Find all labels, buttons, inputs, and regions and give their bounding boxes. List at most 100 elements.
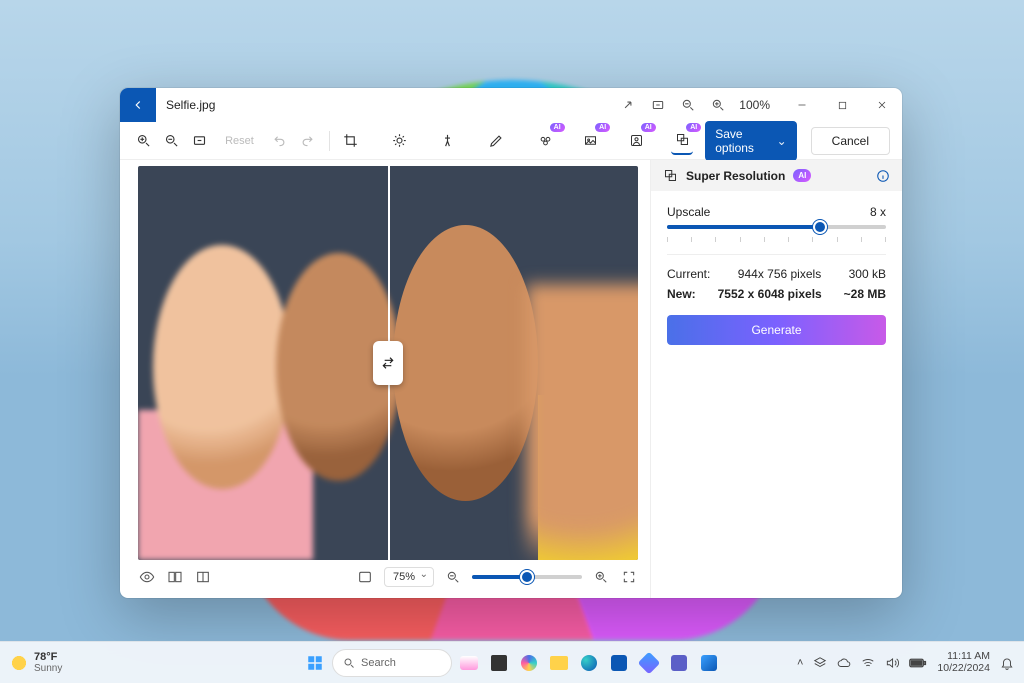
zoom-in-icon[interactable] [709, 96, 727, 114]
ai-badge: AI [686, 123, 701, 132]
compare-handle[interactable] [373, 341, 403, 385]
panel-icon [663, 168, 678, 183]
ai-badge: AI [595, 123, 610, 132]
zoom-slider[interactable] [472, 575, 582, 579]
tray-cloud-icon[interactable] [837, 656, 851, 670]
main-area: 75% Super Resolution AI [120, 160, 902, 598]
compare-icon[interactable] [166, 568, 184, 586]
background-tool-icon[interactable]: AI [580, 127, 602, 155]
current-label: Current: [667, 267, 710, 281]
taskbar-app-2[interactable] [486, 650, 512, 676]
tray-onedrive-icon[interactable] [813, 656, 827, 670]
tray-volume-icon[interactable] [885, 656, 899, 670]
weather-temp: 78°F [34, 651, 62, 663]
start-button[interactable] [302, 650, 328, 676]
copilot-icon[interactable] [516, 650, 542, 676]
chevron-down-icon: ⌄ [777, 134, 787, 148]
edit-toolbar: Reset AI AI AI AI Save options ⌄ C [120, 122, 902, 160]
split-icon[interactable] [194, 568, 212, 586]
compare-after [388, 166, 638, 560]
taskbar-app-1[interactable] [456, 650, 482, 676]
new-label: New: [667, 287, 696, 301]
zoom-out-icon[interactable] [679, 96, 697, 114]
panel-header: Super Resolution AI [651, 160, 902, 191]
canvas-wrap: 75% [120, 160, 650, 598]
cancel-button[interactable]: Cancel [811, 127, 890, 155]
taskbar: 78°F Sunny Search ˄ [0, 641, 1024, 683]
compare-before [138, 166, 388, 560]
restyle-tool-icon[interactable]: AI [625, 127, 647, 155]
store-icon[interactable] [606, 650, 632, 676]
new-dims: 7552 x 6048 pixels [718, 287, 822, 301]
tray-wifi-icon[interactable] [861, 656, 875, 670]
crop-tool-icon[interactable] [339, 127, 361, 155]
maximize-button[interactable] [822, 88, 862, 122]
zoom-in-tool-icon[interactable] [132, 127, 154, 155]
tray-chevron-icon[interactable]: ˄ [797, 657, 803, 669]
save-options-label: Save options [715, 127, 766, 155]
filename-label: Selfie.jpg [166, 98, 215, 112]
zoom-out-footer-icon[interactable] [444, 568, 462, 586]
super-resolution-tool-icon[interactable]: AI [671, 127, 693, 155]
panel-title: Super Resolution [686, 169, 785, 183]
zoom-in-footer-icon[interactable] [592, 568, 610, 586]
tray-date: 10/22/2024 [937, 663, 990, 675]
photos-app-window: Selfie.jpg 100% [120, 88, 902, 598]
panel-body: Upscale 8 x Current: 944x 756 pixels [651, 191, 902, 359]
ai-badge: AI [641, 123, 656, 132]
slider-ticks [667, 237, 886, 242]
minimize-button[interactable] [782, 88, 822, 122]
taskbar-search[interactable]: Search [332, 649, 452, 677]
filter-tool-icon[interactable] [437, 127, 459, 155]
search-placeholder: Search [361, 657, 396, 669]
current-dims: 944x 756 pixels [738, 267, 821, 281]
weather-cond: Sunny [34, 663, 62, 674]
desktop: Selfie.jpg 100% [0, 0, 1024, 683]
adjust-tool-icon[interactable] [388, 127, 410, 155]
fit-bounds-icon[interactable] [356, 568, 374, 586]
undo-icon[interactable] [268, 127, 290, 155]
upscale-slider[interactable] [667, 225, 886, 229]
canvas-footer: 75% [138, 560, 638, 594]
current-size: 300 kB [849, 267, 886, 281]
app-icon-1[interactable] [636, 650, 662, 676]
photos-icon[interactable] [696, 650, 722, 676]
tray-battery-icon[interactable] [909, 657, 927, 669]
tray-clock[interactable]: 11:11 AM 10/22/2024 [937, 651, 990, 674]
titlebar-tools: 100% [619, 96, 776, 114]
generate-button[interactable]: Generate [667, 315, 886, 345]
save-options-button[interactable]: Save options ⌄ [705, 121, 796, 161]
super-resolution-panel: Super Resolution AI Upscale 8 x [650, 160, 902, 598]
fit-screen-icon[interactable] [649, 96, 667, 114]
window-controls [782, 88, 902, 122]
upscale-value: 8 x [870, 205, 886, 219]
eye-icon[interactable] [138, 568, 156, 586]
markup-tool-icon[interactable] [486, 127, 508, 155]
close-button[interactable] [862, 88, 902, 122]
upscale-label: Upscale [667, 205, 710, 219]
weather-widget[interactable]: 78°F Sunny [10, 651, 62, 674]
tray-notifications-icon[interactable] [1000, 656, 1014, 670]
search-icon [343, 657, 355, 669]
info-icon[interactable] [876, 169, 890, 183]
taskbar-center: Search [302, 649, 722, 677]
teams-icon[interactable] [666, 650, 692, 676]
edge-icon[interactable] [576, 650, 602, 676]
titlebar: Selfie.jpg 100% [120, 88, 902, 122]
erase-tool-icon[interactable]: AI [534, 127, 556, 155]
zoom-select[interactable]: 75% [384, 567, 434, 587]
image-canvas[interactable] [138, 166, 638, 560]
sun-icon [10, 654, 28, 672]
tray-time: 11:11 AM [937, 651, 990, 663]
expand-diagonal-icon[interactable] [619, 96, 637, 114]
zoom-percent-label: 100% [739, 98, 770, 112]
system-tray: ˄ 11:11 AM 10/22/2024 [797, 651, 1014, 674]
zoom-out-tool-icon[interactable] [160, 127, 182, 155]
redo-icon[interactable] [296, 127, 318, 155]
new-size: ~28 MB [844, 287, 886, 301]
fullscreen-icon[interactable] [620, 568, 638, 586]
fit-tool-icon[interactable] [189, 127, 211, 155]
explorer-icon[interactable] [546, 650, 572, 676]
ai-badge: AI [550, 123, 565, 132]
back-button[interactable] [120, 88, 156, 122]
